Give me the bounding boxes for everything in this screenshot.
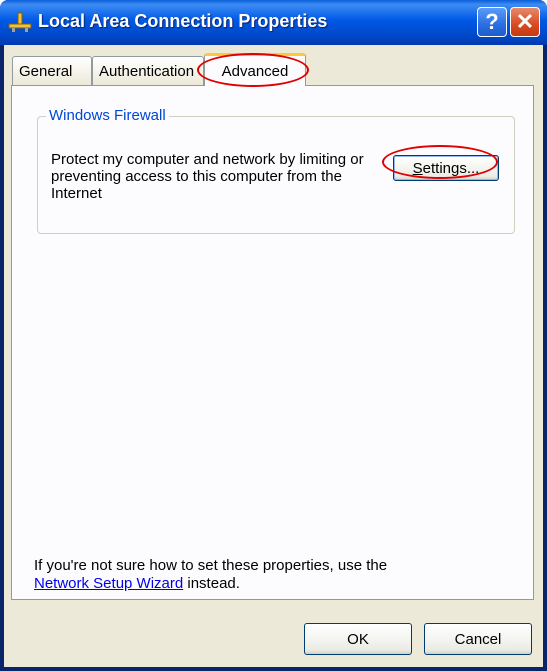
help-note-suffix: instead. bbox=[183, 575, 240, 592]
cancel-label: Cancel bbox=[454, 630, 502, 648]
window-title: Local Area Connection Properties bbox=[38, 11, 328, 31]
help-note-text: If you're not sure how to set these prop… bbox=[34, 557, 388, 574]
close-icon: ✕ bbox=[515, 9, 535, 34]
tab-general[interactable]: General bbox=[12, 56, 92, 85]
help-note: If you're not sure how to set these prop… bbox=[34, 557, 434, 593]
help-icon: ? bbox=[485, 9, 499, 34]
settings-accesskey: S bbox=[412, 159, 423, 177]
title-bar[interactable]: Local Area Connection Properties ? ✕ bbox=[0, 0, 547, 45]
windows-firewall-group: Windows Firewall Protect my computer and… bbox=[37, 107, 515, 234]
settings-button[interactable]: Settings... bbox=[393, 155, 499, 181]
settings-label: ettings... bbox=[422, 159, 480, 177]
close-button[interactable]: ✕ bbox=[510, 7, 540, 37]
dialog-body: General Authentication Advanced Windows … bbox=[4, 45, 543, 667]
tab-authentication[interactable]: Authentication bbox=[92, 56, 204, 85]
ok-label: OK bbox=[347, 630, 369, 648]
network-connection-icon bbox=[8, 11, 32, 33]
tab-advanced[interactable]: Advanced bbox=[204, 53, 306, 86]
tab-label: General bbox=[19, 62, 73, 80]
advanced-tab-panel: Windows Firewall Protect my computer and… bbox=[11, 85, 534, 600]
tab-label: Authentication bbox=[99, 62, 195, 80]
network-setup-wizard-link[interactable]: Network Setup Wizard bbox=[34, 575, 183, 592]
group-label: Windows Firewall bbox=[46, 107, 169, 124]
ok-button[interactable]: OK bbox=[304, 623, 412, 655]
properties-window: Local Area Connection Properties ? ✕ Gen… bbox=[0, 0, 547, 671]
cancel-button[interactable]: Cancel bbox=[424, 623, 532, 655]
tab-label: Advanced bbox=[221, 62, 289, 80]
firewall-description: Protect my computer and network by limit… bbox=[51, 151, 364, 202]
help-button[interactable]: ? bbox=[477, 7, 507, 37]
